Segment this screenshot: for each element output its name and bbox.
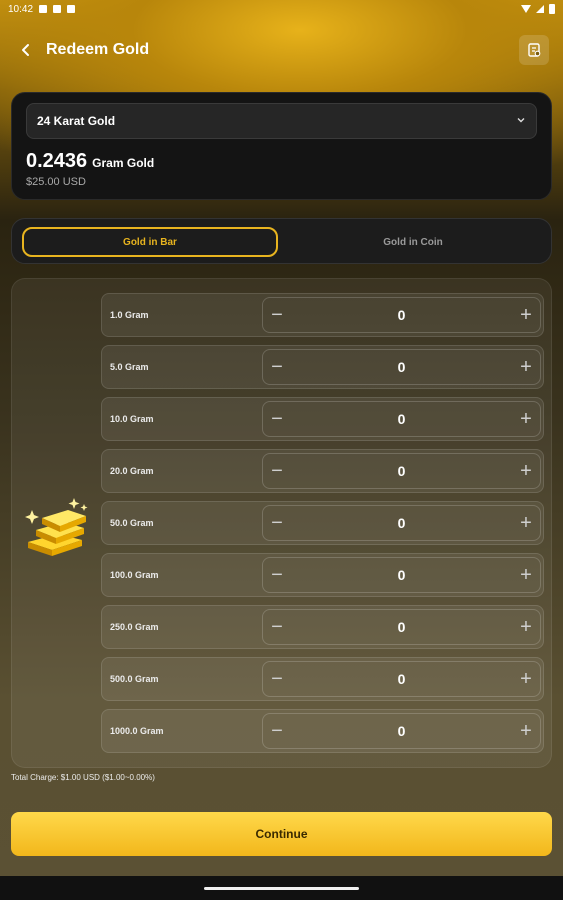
quantity-value: 0 <box>397 619 406 635</box>
quantity-stepper: − 0 + <box>262 453 541 489</box>
bar-row-250g: 250.0 Gram − 0 + <box>101 605 544 649</box>
minus-icon[interactable]: − <box>263 454 291 488</box>
minus-icon[interactable]: − <box>263 402 291 436</box>
minus-icon[interactable]: − <box>263 714 291 748</box>
minus-icon[interactable]: − <box>263 662 291 696</box>
quantity-value: 0 <box>397 723 406 739</box>
bar-row-20g: 20.0 Gram − 0 + <box>101 449 544 493</box>
back-arrow-icon[interactable] <box>14 38 38 62</box>
summary-card: 24 Karat Gold 0.2436 Gram Gold $25.00 US… <box>11 92 552 200</box>
quantity-stepper: − 0 + <box>262 401 541 437</box>
quantity-stepper: − 0 + <box>262 661 541 697</box>
plus-icon[interactable]: + <box>512 454 540 488</box>
quantity-stepper: − 0 + <box>262 713 541 749</box>
quantity-value: 0 <box>397 671 406 687</box>
plus-icon[interactable]: + <box>512 662 540 696</box>
quantity-value: 0 <box>397 567 406 583</box>
battery-icon <box>549 4 555 14</box>
plus-icon[interactable]: + <box>512 610 540 644</box>
minus-icon[interactable]: − <box>263 610 291 644</box>
quantity-stepper: − 0 + <box>262 557 541 593</box>
bar-weight-label: 1.0 Gram <box>110 310 149 320</box>
tab-gold-bar[interactable]: Gold in Bar <box>22 227 278 257</box>
quantity-value: 0 <box>397 463 406 479</box>
plus-icon[interactable]: + <box>512 714 540 748</box>
bar-weight-label: 1000.0 Gram <box>110 726 164 736</box>
bar-row-1000g: 1000.0 Gram − 0 + <box>101 709 544 753</box>
quantity-stepper: − 0 + <box>262 349 541 385</box>
plus-icon[interactable]: + <box>512 402 540 436</box>
chevron-down-icon <box>516 114 526 128</box>
bar-row-100g: 100.0 Gram − 0 + <box>101 553 544 597</box>
total-charge-text: Total Charge: $1.00 USD ($1.00~0.00%) <box>11 773 155 782</box>
history-icon[interactable] <box>519 35 549 65</box>
gold-amount-value: 0.2436 <box>26 150 88 172</box>
quantity-value: 0 <box>397 307 406 323</box>
bar-row-10g: 10.0 Gram − 0 + <box>101 397 544 441</box>
plus-icon[interactable]: + <box>512 350 540 384</box>
quantity-stepper: − 0 + <box>262 609 541 645</box>
quantity-value: 0 <box>397 411 406 427</box>
bar-row-1g: 1.0 Gram − 0 + <box>101 293 544 337</box>
wifi-icon <box>521 5 531 13</box>
bar-weight-label: 20.0 Gram <box>110 466 154 476</box>
home-indicator[interactable] <box>204 887 359 890</box>
karat-dropdown[interactable]: 24 Karat Gold <box>26 103 537 139</box>
minus-icon[interactable]: − <box>263 558 291 592</box>
sim-icon <box>53 5 62 13</box>
shield-icon <box>39 5 48 13</box>
plus-icon[interactable]: + <box>512 506 540 540</box>
bar-weight-label: 500.0 Gram <box>110 674 159 684</box>
minus-icon[interactable]: − <box>263 298 291 332</box>
gold-bar-options: 1.0 Gram − 0 + 5.0 Gram − 0 + 10.0 Gram … <box>11 278 552 768</box>
quantity-stepper: − 0 + <box>262 505 541 541</box>
tab-gold-coin[interactable]: Gold in Coin <box>285 227 541 257</box>
continue-button[interactable]: Continue <box>11 812 552 856</box>
quantity-value: 0 <box>397 359 406 375</box>
gold-bars-illustration <box>18 494 98 564</box>
bar-weight-label: 10.0 Gram <box>110 414 154 424</box>
bar-row-5g: 5.0 Gram − 0 + <box>101 345 544 389</box>
notification-icon <box>67 5 76 13</box>
gold-amount: 0.2436 Gram Gold <box>26 150 154 173</box>
signal-icon <box>536 5 544 13</box>
minus-icon[interactable]: − <box>263 350 291 384</box>
bar-weight-label: 100.0 Gram <box>110 570 159 580</box>
quantity-stepper: − 0 + <box>262 297 541 333</box>
bar-weight-label: 50.0 Gram <box>110 518 154 528</box>
app-header: Redeem Gold <box>14 34 549 66</box>
bar-row-50g: 50.0 Gram − 0 + <box>101 501 544 545</box>
status-bar: 10:42 <box>0 0 563 18</box>
usd-value: $25.00 USD <box>26 176 86 188</box>
status-time: 10:42 <box>8 3 34 15</box>
redeem-type-tabs: Gold in Bar Gold in Coin <box>11 218 552 264</box>
bar-row-500g: 500.0 Gram − 0 + <box>101 657 544 701</box>
plus-icon[interactable]: + <box>512 298 540 332</box>
page-title: Redeem Gold <box>46 41 150 58</box>
minus-icon[interactable]: − <box>263 506 291 540</box>
bar-weight-label: 5.0 Gram <box>110 362 149 372</box>
plus-icon[interactable]: + <box>512 558 540 592</box>
quantity-value: 0 <box>397 515 406 531</box>
karat-selected-value: 24 Karat Gold <box>37 114 116 128</box>
bar-weight-label: 250.0 Gram <box>110 622 159 632</box>
gold-amount-unit: Gram Gold <box>92 156 155 170</box>
